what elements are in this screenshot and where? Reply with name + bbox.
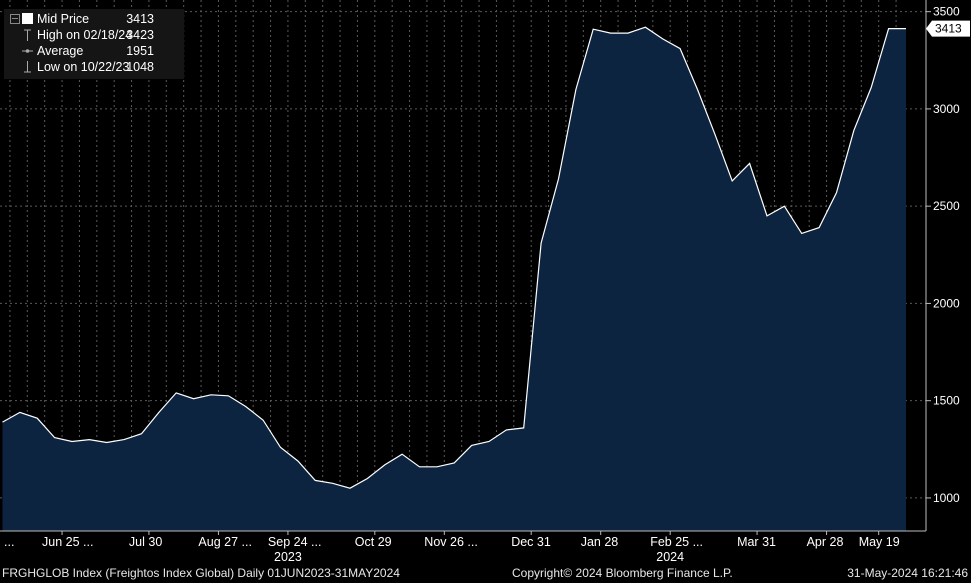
legend: Mid Price 3413 High on 02/18/24 3423 Ave… [4, 9, 184, 79]
y-tick-label: 1500 [933, 394, 960, 408]
x-tick-label: Apr 28 [807, 535, 844, 549]
legend-value: 3423 [126, 28, 154, 42]
y-tick-label: 2500 [933, 199, 960, 213]
low-marker-icon [24, 61, 31, 73]
y-tick-label: 2000 [933, 296, 960, 310]
x-tick-label: Sep 24 ... [268, 535, 322, 549]
x-tick-label: Feb 25 ... [650, 535, 703, 549]
year-label: 2024 [656, 550, 684, 564]
price-chart: 1000 1500 2000 2500 3000 3500 ... Jun 25 ... Ju… [0, 0, 971, 583]
x-tick-label: Jan 28 [581, 535, 619, 549]
footer-timestamp: 31-May-2024 16:21:46 [847, 566, 968, 580]
x-tick-label: May 19 [859, 535, 900, 549]
legend-value: 3413 [126, 12, 154, 26]
legend-label: Low on 10/22/23 [37, 60, 130, 74]
legend-label: Average [37, 44, 84, 58]
x-tick-label: Oct 29 [355, 535, 392, 549]
legend-value: 1048 [126, 60, 154, 74]
x-tick-label: ... [4, 535, 14, 549]
legend-item-average: Average 1951 [4, 43, 184, 59]
last-value-label: 3413 [935, 22, 962, 36]
high-marker-icon [24, 29, 31, 41]
last-value-marker: 3413 [926, 20, 970, 37]
collapse-icon[interactable] [10, 14, 20, 24]
y-tick-label: 3000 [933, 102, 960, 116]
legend-label: Mid Price [37, 12, 90, 26]
x-tick-label: Aug 27 ... [198, 535, 252, 549]
average-marker-icon [22, 49, 33, 53]
x-tick-label: Jun 25 ... [42, 535, 93, 549]
x-tick-label: Jul 30 [129, 535, 162, 549]
legend-item-low: Low on 10/22/23 1048 [4, 59, 184, 75]
y-tick-label: 1000 [933, 491, 960, 505]
series-square-icon [22, 13, 33, 24]
year-label: 2023 [274, 550, 302, 564]
x-tick-label: Dec 31 [511, 535, 551, 549]
legend-value: 1951 [126, 44, 154, 58]
x-tick-label: Mar 31 [737, 535, 776, 549]
y-tick-label: 3500 [933, 5, 960, 19]
footer-copyright: Copyright© 2024 Bloomberg Finance L.P. [512, 566, 733, 580]
legend-label: High on 02/18/24 [37, 28, 133, 42]
legend-item-high: High on 02/18/24 3423 [4, 27, 184, 43]
footer-index: FRGHGLOB Index (Freightos Index Global) … [2, 566, 400, 580]
legend-item-mid-price: Mid Price 3413 [4, 11, 184, 27]
x-tick-label: Nov 26 ... [424, 535, 478, 549]
